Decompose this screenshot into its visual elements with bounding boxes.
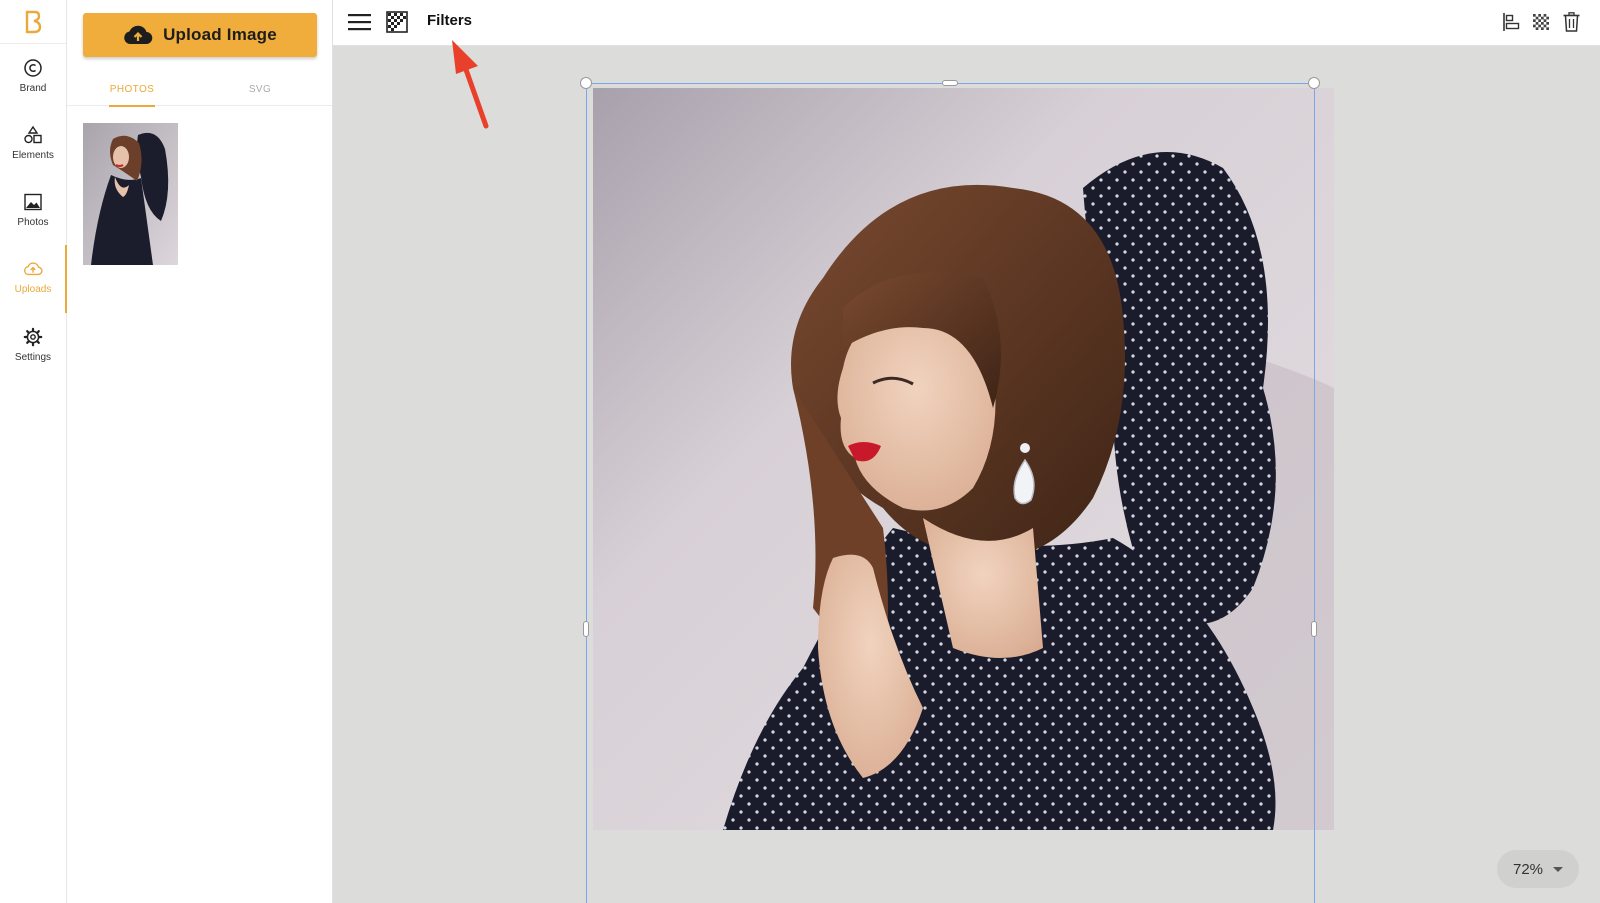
- trash-icon[interactable]: [1560, 10, 1582, 34]
- zoom-dropdown[interactable]: 72%: [1497, 850, 1579, 888]
- selection-right-edge: [1314, 83, 1315, 903]
- resize-handle-top-left[interactable]: [580, 77, 592, 89]
- canvas-photo[interactable]: [593, 88, 1334, 830]
- cloud-upload-icon: [24, 262, 43, 276]
- hamburger-menu-icon[interactable]: [347, 11, 371, 33]
- design-canvas[interactable]: 72%: [333, 46, 1600, 903]
- rail-item-label: Uploads: [14, 284, 52, 295]
- filters-button[interactable]: Filters: [427, 9, 472, 31]
- transparency-icon[interactable]: [1530, 11, 1552, 33]
- resize-handle-top[interactable]: [942, 80, 958, 86]
- upload-image-button[interactable]: Upload Image: [83, 13, 317, 57]
- rail-item-label: Settings: [14, 352, 52, 363]
- rail-item-label: Brand: [19, 83, 47, 94]
- tab-svg[interactable]: SVG: [240, 72, 280, 106]
- rail-item-label: Photos: [17, 217, 49, 228]
- chevron-down-icon: [1553, 866, 1564, 872]
- upload-image-label: Upload Image: [163, 25, 277, 44]
- shapes-icon: [24, 125, 42, 144]
- brand-logo-icon[interactable]: [0, 0, 66, 44]
- resize-handle-right[interactable]: [1311, 621, 1317, 637]
- resize-handle-top-right[interactable]: [1308, 77, 1320, 89]
- left-icon-rail: Brand Elements Photos Uploads Settings: [0, 0, 67, 903]
- rail-item-elements[interactable]: Elements: [0, 111, 66, 175]
- copyright-icon: [24, 59, 42, 77]
- top-toolbar: Filters: [333, 0, 1600, 46]
- rail-item-brand[interactable]: Brand: [0, 44, 66, 108]
- rail-item-photos[interactable]: Photos: [0, 178, 66, 242]
- rail-item-settings[interactable]: Settings: [0, 313, 66, 377]
- image-icon: [24, 193, 42, 211]
- resize-handle-left[interactable]: [583, 621, 589, 637]
- uploads-panel: Upload Image PHOTOS SVG: [67, 0, 333, 903]
- upload-tabs: PHOTOS SVG: [67, 72, 332, 107]
- rail-item-label: Elements: [12, 150, 54, 161]
- uploaded-photo-thumbnail[interactable]: [83, 123, 178, 265]
- selection-left-edge: [586, 83, 587, 903]
- checkerboard-filter-icon[interactable]: [385, 10, 409, 34]
- cloud-upload-icon: [124, 25, 153, 45]
- align-left-icon[interactable]: [1501, 11, 1523, 33]
- rail-item-uploads[interactable]: Uploads: [0, 245, 67, 313]
- tab-photos[interactable]: PHOTOS: [109, 72, 155, 107]
- zoom-value: 72%: [1512, 860, 1544, 878]
- gear-icon: [23, 327, 43, 347]
